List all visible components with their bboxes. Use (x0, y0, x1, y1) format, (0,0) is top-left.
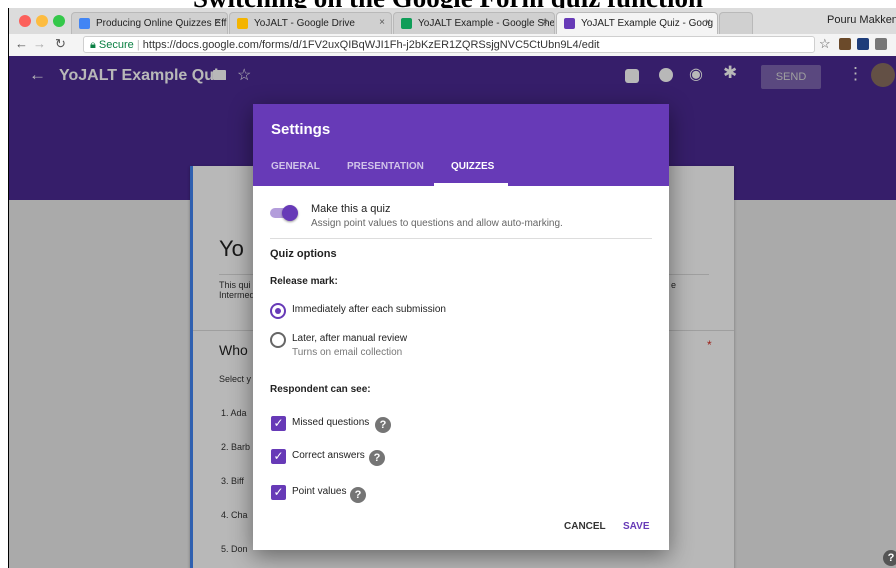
tab-producing-quizzes[interactable]: Producing Online Quizzes Effi × (71, 12, 228, 34)
tab-example-quiz[interactable]: YoJALT Example Quiz - Goog × (556, 12, 718, 34)
help-icon[interactable]: ? (883, 550, 896, 566)
missed-questions-checkbox[interactable]: ✓ (271, 416, 286, 431)
tab-presentation[interactable]: PRESENTATION (347, 161, 424, 172)
help-icon[interactable]: ? (369, 450, 385, 466)
radio-dot (275, 308, 281, 314)
point-values-label: Point values (292, 486, 347, 497)
slide-title-strip: Switching on the Google Form quiz functi… (0, 0, 896, 13)
extension-icon[interactable] (875, 38, 887, 50)
reload-icon[interactable]: ↻ (55, 36, 66, 52)
back-icon[interactable]: ← (15, 36, 28, 51)
close-tab-icon[interactable]: × (215, 17, 221, 28)
forms-app: ← YoJALT Example Quiz ☆ ◉ ✱ SEND ⋮ Yo Th… (9, 56, 896, 568)
forward-icon[interactable]: → (33, 36, 46, 51)
settings-dialog-title: Settings (271, 121, 331, 138)
new-tab-button[interactable] (719, 12, 753, 34)
close-tab-icon[interactable]: × (379, 17, 385, 28)
correct-answers-checkbox[interactable]: ✓ (271, 449, 286, 464)
release-mark-heading: Release mark: (270, 276, 338, 287)
settings-dialog-header: Settings GENERAL PRESENTATION QUIZZES (253, 104, 669, 186)
tab-label: YoJALT - Google Drive (254, 18, 355, 29)
bookmark-star-icon[interactable]: ☆ (819, 36, 831, 52)
close-tab-icon[interactable]: × (705, 17, 711, 28)
correct-answers-label: Correct answers (292, 450, 365, 461)
extension-icon[interactable] (857, 38, 869, 50)
close-window-button[interactable] (19, 15, 31, 27)
active-tab-indicator (434, 183, 508, 186)
release-later-radio[interactable] (270, 332, 286, 348)
browser-window: Producing Online Quizzes Effi × YoJALT -… (8, 8, 896, 568)
forms-icon (564, 18, 575, 29)
tab-quizzes[interactable]: QUIZZES (451, 161, 494, 172)
tab-general[interactable]: GENERAL (271, 161, 320, 172)
docs-icon (79, 18, 90, 29)
cancel-button[interactable]: CANCEL (564, 521, 606, 532)
help-icon[interactable]: ? (350, 487, 366, 503)
drive-icon (237, 18, 248, 29)
tab-label: YoJALT Example Quiz - Goog (581, 18, 714, 29)
settings-dialog: Settings GENERAL PRESENTATION QUIZZES Ma… (253, 104, 669, 550)
url-text: https://docs.google.com/forms/d/1FV2uxQI… (142, 39, 600, 51)
save-button[interactable]: SAVE (623, 521, 650, 532)
tab-label: Producing Online Quizzes Effi (96, 18, 228, 29)
help-icon[interactable]: ? (375, 417, 391, 433)
extension-icon[interactable] (839, 38, 851, 50)
secure-label: Secure (98, 39, 134, 51)
close-tab-icon[interactable]: × (542, 17, 548, 28)
release-later-label: Later, after manual review (292, 333, 408, 344)
make-quiz-label: Make this a quiz (311, 203, 391, 215)
maximize-window-button[interactable] (53, 15, 65, 27)
release-immediately-radio[interactable] (270, 303, 286, 319)
divider (270, 238, 652, 239)
respondent-heading: Respondent can see: (270, 384, 371, 395)
sheets-icon (401, 18, 412, 29)
toggle-knob (282, 205, 298, 221)
url-field[interactable]: 🔒︎ Secure | https://docs.google.com/form… (83, 36, 815, 53)
make-quiz-description: Assign point values to questions and all… (311, 218, 563, 229)
point-values-checkbox[interactable]: ✓ (271, 485, 286, 500)
tab-label: YoJALT Example - Google She (418, 18, 555, 29)
missed-questions-label: Missed questions (292, 417, 370, 428)
tab-google-sheets[interactable]: YoJALT Example - Google She × (393, 12, 555, 34)
tab-bar: Producing Online Quizzes Effi × YoJALT -… (9, 8, 896, 34)
minimize-window-button[interactable] (36, 15, 48, 27)
make-quiz-toggle[interactable] (270, 205, 298, 221)
tab-google-drive[interactable]: YoJALT - Google Drive × (229, 12, 392, 34)
lock-icon: 🔒︎ (90, 39, 96, 51)
release-later-hint: Turns on email collection (292, 347, 403, 358)
quiz-options-heading: Quiz options (270, 248, 337, 260)
release-immediately-label: Immediately after each submission (292, 304, 446, 315)
profile-name[interactable]: Pouru Makken (827, 14, 896, 26)
address-bar: ← → ↻ 🔒︎ Secure | https://docs.google.co… (9, 34, 896, 57)
